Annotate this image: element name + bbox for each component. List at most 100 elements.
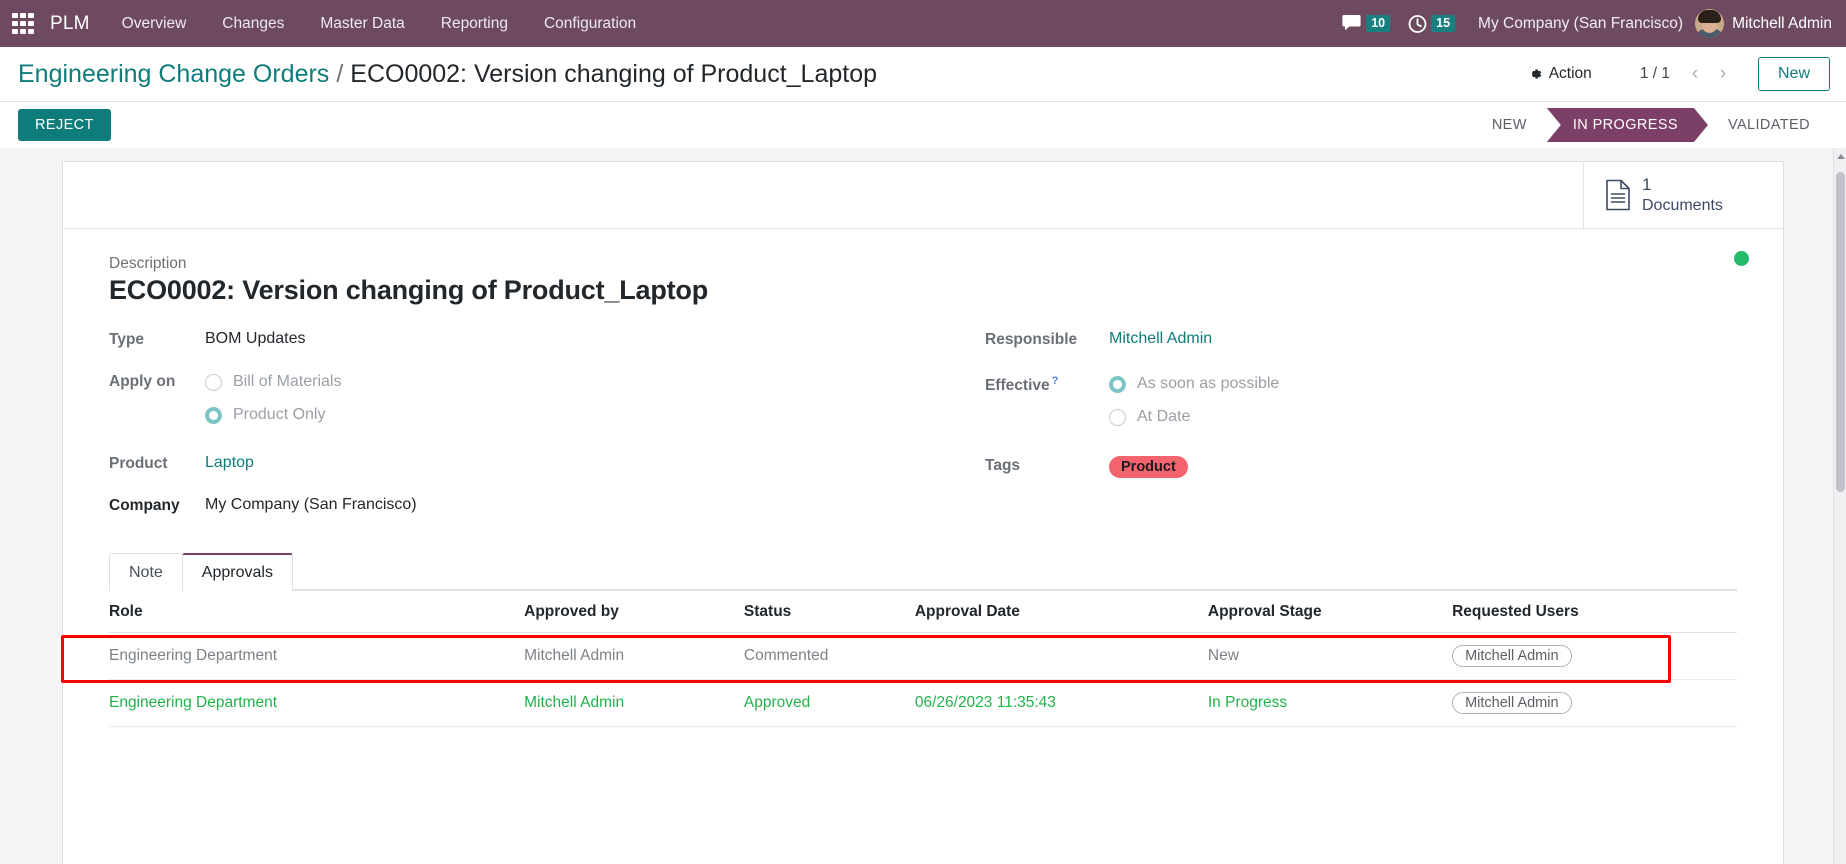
company-label: Company [109,497,180,515]
documents-smart-button[interactable]: 1 Documents [1583,162,1783,229]
radio-at-date[interactable]: At Date [1109,408,1279,426]
radio-dot [205,373,222,391]
breadcrumb-root[interactable]: Engineering Change Orders [18,60,329,89]
form-sheet: 1 Documents Description ECO0002: Version… [61,161,1784,864]
breadcrumb-separator: / [336,59,344,88]
chat-bubble-icon [1342,15,1361,31]
cell-approval-date [914,632,1208,681]
action-label: Action [1548,65,1592,82]
help-icon[interactable]: ? [1052,375,1059,387]
avatar[interactable] [1695,9,1725,38]
effective-label: Effective? [985,374,1109,395]
tab-note[interactable]: Note [109,553,183,592]
company-value[interactable]: My Company (San Francisco) [205,496,417,514]
approvals-table-wrap: Role Approved by Status Approval Date Ap… [61,591,1737,728]
type-label: Type [109,331,145,349]
status-stage-new[interactable]: NEW [1471,108,1547,142]
chevron-left-icon[interactable]: ‹ [1682,61,1708,87]
field-responsible: Responsible Mitchell Admin [985,330,1737,349]
notebook: Note Approvals Role Approved by Status A… [61,552,1737,728]
documents-count: 1 [1642,175,1652,194]
chevron-right-icon[interactable]: › [1710,61,1736,87]
description-label: Description [109,255,187,273]
menu-item-reporting[interactable]: Reporting [423,0,526,47]
type-value[interactable]: BOM Updates [205,330,305,348]
menu-item-changes[interactable]: Changes [204,0,302,47]
top-navbar: PLM Overview Changes Master Data Reporti… [0,0,1846,47]
activities-count-badge: 15 [1431,15,1456,32]
navbar-right: 10 15 My Company (San Francisco) Mitchel… [1333,9,1832,38]
messages-count-badge: 10 [1366,15,1391,32]
vertical-scrollbar[interactable] [1833,148,1846,864]
radio-label: As soon as possible [1137,375,1280,393]
field-apply-on: Apply on Bill of Materials Product Only [109,372,923,424]
status-bar: NEW IN PROGRESS VALIDATED [1471,108,1830,142]
tab-approvals[interactable]: Approvals [181,553,293,592]
scrollbar-thumb[interactable] [1836,172,1845,492]
new-button[interactable]: New [1757,57,1830,91]
messages-button[interactable]: 10 [1333,14,1399,33]
apps-grid-icon[interactable] [10,11,36,37]
radio-as-soon-as-possible[interactable]: As soon as possible [1109,375,1279,393]
breadcrumb-actions: Action 1 / 1 ‹ › New [1517,57,1830,91]
column-requested-users[interactable]: Requested Users [1452,591,1737,634]
radio-label: Bill of Materials [233,373,342,391]
form-columns: Type BOM Updates Apply on Bill of Materi… [109,330,1737,538]
scroll-up-arrow-icon[interactable] [1837,154,1845,159]
breadcrumb-bar: Engineering Change Orders / ECO0002: Ver… [0,47,1846,102]
main-menu: Overview Changes Master Data Reporting C… [104,0,655,47]
table-row[interactable]: Engineering Department Mitchell Admin Ap… [109,679,1737,728]
radio-label: Product Only [233,406,326,424]
radio-bill-of-materials[interactable]: Bill of Materials [205,373,341,391]
cell-approved-by: Mitchell Admin [524,632,744,681]
responsible-value[interactable]: Mitchell Admin [1109,330,1212,348]
action-button[interactable]: Action [1517,61,1602,87]
tags-label: Tags [985,457,1021,475]
notebook-tabs: Note Approvals [109,552,1737,592]
menu-item-overview[interactable]: Overview [104,0,205,47]
responsible-label: Responsible [985,331,1078,349]
user-menu[interactable]: Mitchell Admin [1732,15,1832,33]
cell-approval-date: 06/26/2023 11:35:43 [914,679,1208,728]
reject-button[interactable]: REJECT [18,109,111,141]
status-stage-validated[interactable]: VALIDATED [1707,108,1830,142]
radio-label: At Date [1137,408,1191,426]
clock-icon [1408,14,1427,33]
cell-approved-by: Mitchell Admin [524,679,744,728]
effective-label-text: Effective [985,377,1050,395]
form-body: Description ECO0002: Version changing of… [61,229,1783,728]
column-role[interactable]: Role [109,591,525,634]
column-approval-stage[interactable]: Approval Stage [1207,591,1453,634]
form-sheet-container: 1 Documents Description ECO0002: Version… [0,148,1846,864]
gear-icon [1531,69,1542,79]
column-approval-date[interactable]: Approval Date [914,591,1208,634]
table-row[interactable]: Engineering Department Mitchell Admin Co… [109,632,1737,681]
tag-product[interactable]: Product [1109,456,1188,479]
field-company: Company My Company (San Francisco) [109,496,923,515]
status-stage-in-progress[interactable]: IN PROGRESS [1547,108,1708,142]
menu-item-configuration[interactable]: Configuration [526,0,654,47]
column-status[interactable]: Status [743,591,915,634]
cell-approval-stage: New [1207,632,1453,681]
cell-role: Engineering Department [109,632,525,681]
company-switcher[interactable]: My Company (San Francisco) [1464,15,1695,33]
form-column-right: Responsible Mitchell Admin Effective? As… [923,330,1737,538]
product-value[interactable]: Laptop [205,454,254,472]
effective-radio-group: As soon as possible At Date [1109,374,1279,426]
radio-dot-selected [1109,375,1126,393]
radio-dot [1109,408,1126,426]
approvals-table: Role Approved by Status Approval Date Ap… [109,591,1737,728]
menu-item-master-data[interactable]: Master Data [302,0,422,47]
column-approved-by[interactable]: Approved by [524,591,744,634]
form-column-left: Type BOM Updates Apply on Bill of Materi… [109,330,923,538]
cell-approval-stage: In Progress [1207,679,1453,728]
document-icon [1606,179,1630,211]
activities-button[interactable]: 15 [1399,14,1464,34]
documents-label: Documents [1642,196,1723,214]
radio-product-only[interactable]: Product Only [205,406,341,424]
smart-button-box: 1 Documents [63,162,1783,230]
field-product: Product Laptop [109,454,923,473]
cell-role: Engineering Department [109,679,525,728]
record-pager: 1 / 1 ‹ › [1630,61,1736,87]
app-brand-plm[interactable]: PLM [44,13,104,35]
